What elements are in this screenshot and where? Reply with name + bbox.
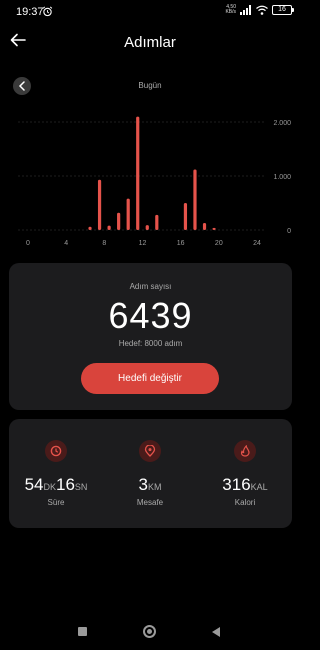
- distance-unit: KM: [147, 482, 162, 492]
- wifi-icon: [256, 5, 268, 15]
- stat-calories: 316KAL Kalori: [198, 419, 292, 528]
- steps-value: 6439: [108, 295, 193, 336]
- duration-minutes: 54: [24, 475, 44, 494]
- distance-value: 3KM: [103, 475, 197, 495]
- chart-x-tick-label: 12: [139, 240, 147, 247]
- nav-back-button[interactable]: [212, 627, 220, 637]
- chart-bar: [155, 214, 159, 230]
- chart-y-tick-label: 1.000: [273, 174, 291, 181]
- clock-icon: [45, 440, 67, 462]
- chart-bar: [97, 179, 102, 230]
- chart-y-tick-label: 2.000: [273, 120, 291, 127]
- duration-minutes-unit: DK: [43, 482, 56, 492]
- chart-bar: [136, 116, 140, 230]
- steps-goal: Hedef: 8000 adım: [118, 339, 183, 348]
- chart-x-tick-label: 20: [215, 240, 223, 247]
- steps-label: Adım sayısı: [129, 282, 172, 291]
- distance-label: Mesafe: [136, 498, 164, 507]
- battery-icon: 16: [272, 5, 294, 15]
- alarm-clock-icon: [42, 6, 53, 17]
- calories-number: 316: [222, 475, 251, 494]
- chart-bar: [193, 169, 197, 230]
- chart-x-tick-label: 16: [177, 240, 185, 247]
- calories-unit: KAL: [250, 482, 268, 492]
- duration-seconds-unit: SN: [74, 482, 88, 492]
- chart-bar: [88, 226, 92, 230]
- chart-bar: [145, 225, 149, 230]
- stat-distance: 3KM Mesafe: [103, 419, 197, 528]
- network-speed: 4,50 KB/s: [225, 4, 236, 15]
- signal-icon: [240, 5, 251, 15]
- status-bar: 19:37 4,50 KB/s 16: [0, 0, 300, 26]
- chart-y-tick-label: 0: [287, 228, 291, 235]
- stat-duration: 54DK16SN Süre: [9, 419, 103, 528]
- chart-bar: [212, 227, 216, 230]
- system-nav-bar: [0, 620, 300, 644]
- chart-x-tick-label: 4: [64, 240, 68, 247]
- status-time: 19:37: [16, 6, 44, 18]
- calories-label: Kalori: [234, 498, 256, 507]
- chart-day-label: Bugün: [138, 81, 162, 90]
- chart-bar: [183, 203, 188, 230]
- chart-bar: [202, 222, 207, 230]
- duration-seconds: 16: [56, 475, 75, 494]
- chart-bar: [126, 198, 130, 230]
- chart-bar: [107, 225, 111, 230]
- chart-x-tick-label: 8: [102, 240, 106, 247]
- status-icons: 4,50 KB/s 16: [222, 4, 294, 15]
- steps-card: Adım sayısı 6439 Hedef: 8000 adım Hedefi…: [9, 263, 292, 410]
- recents-button[interactable]: [78, 627, 87, 636]
- calories-value: 316KAL: [198, 475, 292, 495]
- location-pin-icon: [139, 440, 161, 462]
- chart-x-tick-label: 0: [26, 240, 30, 247]
- duration-value: 54DK16SN: [9, 475, 103, 495]
- chart-x-tick-label: 24: [253, 240, 261, 247]
- home-button[interactable]: [143, 625, 156, 638]
- chart-bar: [117, 212, 121, 230]
- steps-bar-chart: 2.000 1.000 0 0 4 8 12 16 20 24: [18, 116, 291, 247]
- header: Adımlar: [0, 26, 300, 58]
- duration-label: Süre: [47, 498, 65, 507]
- distance-number: 3: [138, 475, 148, 494]
- stats-card: 54DK16SN Süre 3KM Mesafe 316KAL Kalori: [9, 419, 292, 528]
- flame-icon: [234, 440, 256, 462]
- page-title: Adımlar: [124, 34, 176, 51]
- change-goal-button[interactable]: Hedefi değiştir: [81, 363, 219, 394]
